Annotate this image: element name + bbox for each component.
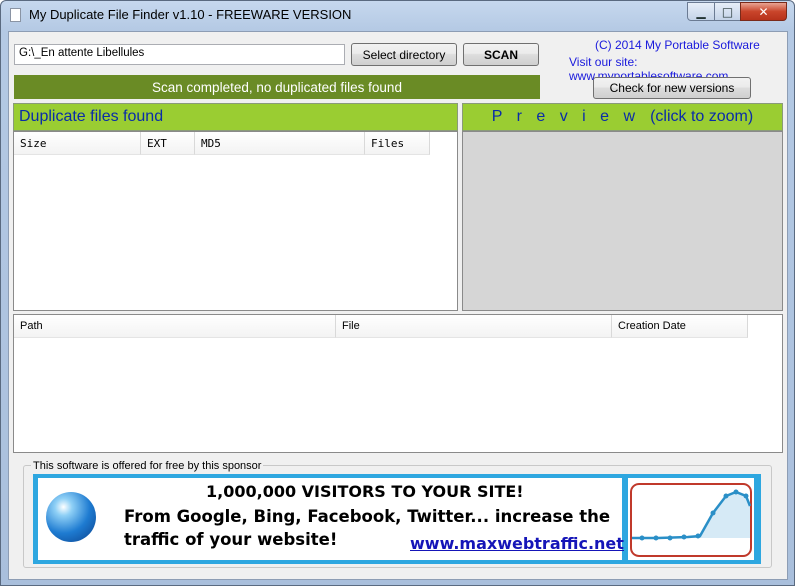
minimize-button[interactable]: ▁ <box>687 2 715 21</box>
sponsor-banner[interactable]: 1,000,000 VISITORS TO YOUR SITE! From Go… <box>33 474 761 564</box>
globe-icon <box>46 492 96 542</box>
maximize-button[interactable]: □ <box>714 2 741 21</box>
preview-title: P r e v i e w <box>491 108 641 125</box>
column-header-size[interactable]: Size <box>14 132 141 155</box>
client-area: G:\_En attente Libellules Select directo… <box>8 31 788 580</box>
column-header-ext[interactable]: EXT <box>141 132 195 155</box>
column-header-files[interactable]: Files <box>365 132 430 155</box>
select-directory-button[interactable]: Select directory <box>351 43 457 66</box>
duplicates-list[interactable]: Size EXT MD5 Files <box>13 131 458 311</box>
ad-headline: 1,000,000 VISITORS TO YOUR SITE! <box>206 482 524 501</box>
close-button[interactable]: ✕ <box>740 2 787 21</box>
ad-link[interactable]: www.maxwebtraffic.net <box>410 534 624 553</box>
window-title: My Duplicate File Finder v1.10 - FREEWAR… <box>29 7 352 22</box>
status-message: Scan completed, no duplicated files foun… <box>14 75 540 99</box>
ad-chart-image <box>628 478 754 560</box>
column-header-creation-date[interactable]: Creation Date <box>612 315 748 338</box>
column-header-path[interactable]: Path <box>14 315 336 338</box>
app-window: My Duplicate File Finder v1.10 - FREEWAR… <box>0 0 795 586</box>
sponsor-label: This software is offered for free by thi… <box>31 460 264 472</box>
title-bar[interactable]: My Duplicate File Finder v1.10 - FREEWAR… <box>1 1 794 29</box>
preview-panel-title: P r e v i e w (click to zoom) <box>462 103 783 131</box>
preview-hint: (click to zoom) <box>650 108 754 125</box>
ad-body-line1: From Google, Bing, Facebook, Twitter... … <box>124 507 611 526</box>
duplicates-panel-title: Duplicate files found <box>13 103 458 131</box>
copyright-text: (C) 2014 My Portable Software <box>595 38 760 52</box>
traffic-graph-icon <box>630 483 752 557</box>
column-header-file[interactable]: File <box>336 315 612 338</box>
files-list[interactable]: Path File Creation Date <box>13 314 783 453</box>
column-header-md5[interactable]: MD5 <box>195 132 365 155</box>
preview-image-area[interactable] <box>462 131 783 311</box>
banner-content: 1,000,000 VISITORS TO YOUR SITE! From Go… <box>38 478 624 560</box>
scan-button[interactable]: SCAN <box>463 43 539 66</box>
check-versions-button[interactable]: Check for new versions <box>593 77 751 99</box>
app-icon <box>10 8 21 22</box>
ad-body-line2: traffic of your website! <box>124 530 338 549</box>
directory-input[interactable]: G:\_En attente Libellules <box>14 44 345 65</box>
